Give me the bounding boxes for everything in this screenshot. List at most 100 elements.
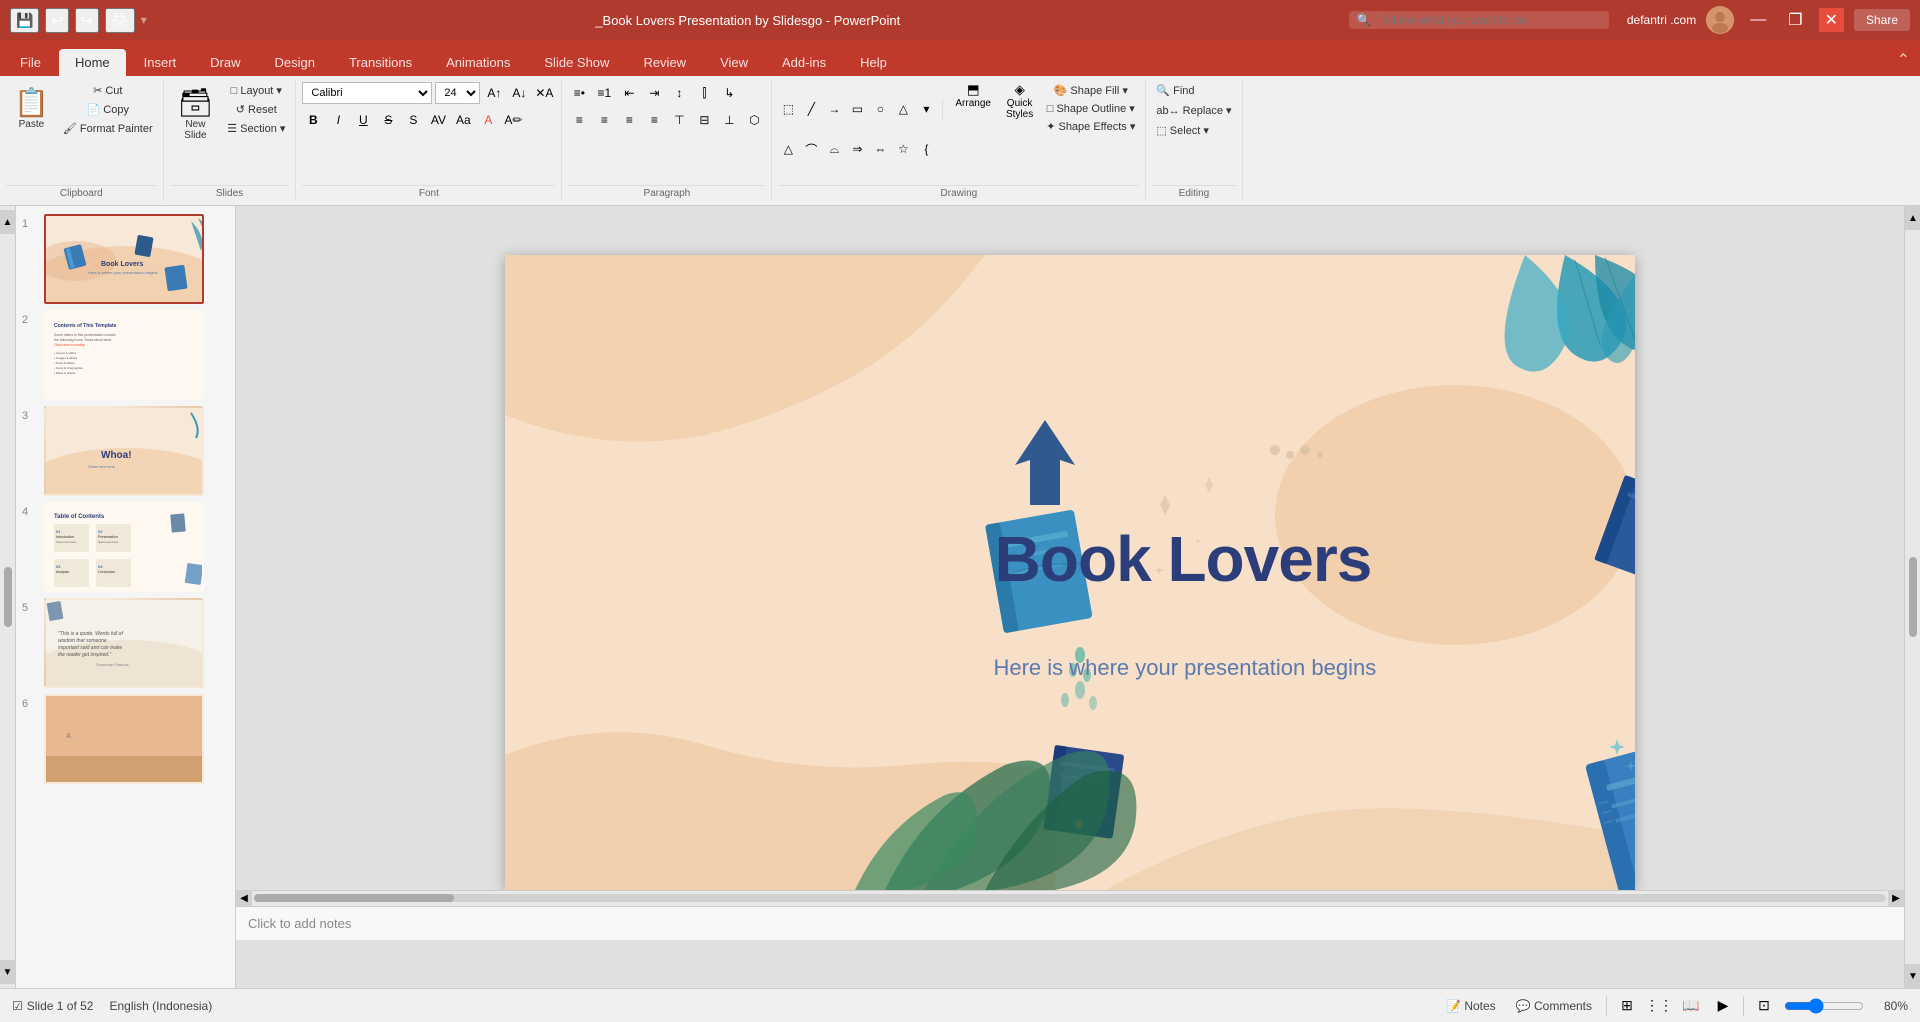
- align-bottom-button[interactable]: ⊥: [718, 109, 740, 131]
- tab-transitions[interactable]: Transitions: [333, 49, 428, 76]
- slide-main-subtitle[interactable]: Here is where your presentation begins: [993, 655, 1376, 681]
- justify-button[interactable]: ≡: [643, 109, 665, 131]
- section-button[interactable]: ☰ Section ▾: [223, 120, 289, 137]
- increase-font-button[interactable]: A↑: [483, 82, 505, 104]
- notes-area[interactable]: Click to add notes: [236, 906, 1904, 940]
- comments-button[interactable]: 💬 Comments: [1510, 997, 1598, 1015]
- tab-draw[interactable]: Draw: [194, 49, 256, 76]
- slide-item-2[interactable]: 2 Contents of This Template Some slides …: [22, 310, 229, 400]
- tab-review[interactable]: Review: [627, 49, 702, 76]
- increase-indent-button[interactable]: ⇥: [643, 82, 665, 104]
- scroll-track[interactable]: [254, 894, 1886, 902]
- select-button[interactable]: ⬚ Select ▾: [1152, 122, 1213, 139]
- decrease-font-button[interactable]: A↓: [508, 82, 530, 104]
- underline-button[interactable]: U: [352, 109, 374, 131]
- reading-view-button[interactable]: 📖: [1679, 994, 1703, 1018]
- freeform-btn[interactable]: △: [778, 139, 798, 159]
- bold-button[interactable]: B: [302, 109, 324, 131]
- change-case-button[interactable]: Aa: [452, 109, 474, 131]
- avatar[interactable]: [1706, 6, 1734, 34]
- text-highlight-button[interactable]: A✏: [502, 109, 524, 131]
- slide-sorter-button[interactable]: ⋮⋮: [1647, 994, 1671, 1018]
- shadow-button[interactable]: S: [402, 109, 424, 131]
- fit-slide-button[interactable]: ⊡: [1752, 994, 1776, 1018]
- share-button[interactable]: Share: [1854, 9, 1910, 31]
- align-right-button[interactable]: ≡: [618, 109, 640, 131]
- dbl-arrow-btn[interactable]: ⇔: [870, 139, 890, 159]
- tab-file[interactable]: File: [4, 49, 57, 76]
- shape-fill-button[interactable]: 🎨 Shape Fill ▾: [1042, 82, 1139, 99]
- tab-insert[interactable]: Insert: [128, 49, 193, 76]
- triangle-btn[interactable]: △: [893, 99, 913, 119]
- slide-thumb-6[interactable]: A: [44, 694, 204, 784]
- tab-help[interactable]: Help: [844, 49, 903, 76]
- right-scroll-down[interactable]: ▼: [1905, 964, 1920, 988]
- undo-button[interactable]: ↩: [45, 8, 69, 33]
- tab-animations[interactable]: Animations: [430, 49, 526, 76]
- font-name-select[interactable]: Calibri Arial Times New Roman: [302, 82, 432, 104]
- paste-button[interactable]: 📋 Paste: [6, 82, 57, 183]
- arc-btn[interactable]: ⌓: [824, 139, 844, 159]
- align-middle-button[interactable]: ⊟: [693, 109, 715, 131]
- save-button[interactable]: 💾: [10, 8, 39, 33]
- font-color-button[interactable]: A: [477, 109, 499, 131]
- right-scroll-up[interactable]: ▲: [1905, 206, 1920, 230]
- minimize-button[interactable]: —: [1744, 9, 1772, 31]
- ribbon-collapse-button[interactable]: ⌃: [1891, 48, 1916, 72]
- select-shape-btn[interactable]: ⬚: [778, 99, 798, 119]
- layout-button[interactable]: □ Layout ▾: [223, 82, 289, 99]
- tab-home[interactable]: Home: [59, 49, 126, 76]
- slide-thumb-2[interactable]: Contents of This Template Some slides in…: [44, 310, 204, 400]
- slide-item-3[interactable]: 3 Whoa! Some text here: [22, 406, 229, 496]
- arrow2-btn[interactable]: ⇒: [847, 139, 867, 159]
- number-list-button[interactable]: ≡1: [593, 82, 615, 104]
- slide-item-5[interactable]: 5 "This is a quote. Words full of wisdom…: [22, 598, 229, 688]
- star-btn[interactable]: ☆: [893, 139, 913, 159]
- slideshow-button[interactable]: ▶: [1711, 994, 1735, 1018]
- char-spacing-button[interactable]: AV: [427, 109, 449, 131]
- copy-button[interactable]: 📄 Copy: [59, 101, 157, 118]
- slide-thumb-4[interactable]: Table of Contents 01 Introduction Some t…: [44, 502, 204, 592]
- tab-view[interactable]: View: [704, 49, 764, 76]
- search-input[interactable]: [1378, 13, 1601, 27]
- close-button[interactable]: ✕: [1819, 8, 1844, 32]
- slide-item-1[interactable]: 1 Book Lovers Here is where your present…: [22, 214, 229, 304]
- maximize-button[interactable]: ❐: [1782, 8, 1808, 32]
- scroll-up-button[interactable]: ▲: [0, 210, 16, 234]
- arrow-btn[interactable]: →: [824, 99, 844, 119]
- normal-view-button[interactable]: ⊞: [1615, 994, 1639, 1018]
- font-size-select[interactable]: 24 12 14 18 28 36 48 72: [435, 82, 480, 104]
- tab-design[interactable]: Design: [259, 49, 331, 76]
- zoom-slider[interactable]: [1784, 998, 1864, 1014]
- slide-thumb-1[interactable]: Book Lovers Here is where your presentat…: [44, 214, 204, 304]
- scroll-left-button[interactable]: ◀: [236, 890, 252, 906]
- arrange-button[interactable]: ⬒ Arrange: [949, 82, 997, 135]
- search-bar[interactable]: 🔍: [1349, 11, 1609, 29]
- bullet-list-button[interactable]: ≡•: [568, 82, 590, 104]
- slide-thumb-5[interactable]: "This is a quote. Words full of wisdom t…: [44, 598, 204, 688]
- line-btn[interactable]: ╱: [801, 99, 821, 119]
- format-painter-button[interactable]: 🖌 Format Painter: [59, 120, 157, 137]
- scroll-down-button[interactable]: ▼: [0, 960, 16, 984]
- align-top-button[interactable]: ⊤: [668, 109, 690, 131]
- italic-button[interactable]: I: [327, 109, 349, 131]
- tab-addins[interactable]: Add-ins: [766, 49, 842, 76]
- align-center-button[interactable]: ≡: [593, 109, 615, 131]
- bracket-btn[interactable]: {: [916, 139, 936, 159]
- shape-outline-button[interactable]: □ Shape Outline ▾: [1042, 100, 1139, 117]
- slide-thumb-3[interactable]: Whoa! Some text here: [44, 406, 204, 496]
- shapes-more-btn[interactable]: ▾: [916, 99, 936, 119]
- slide-canvas[interactable]: + + Book Lovers Here is where your prese…: [505, 255, 1635, 890]
- find-button[interactable]: 🔍 Find: [1152, 82, 1198, 99]
- replace-button[interactable]: ab↔ Replace ▾: [1152, 102, 1235, 119]
- quick-styles-button[interactable]: ◈ QuickStyles: [1000, 82, 1039, 135]
- columns-button[interactable]: ⫿: [693, 82, 715, 104]
- notes-button[interactable]: 📝 Notes: [1440, 997, 1502, 1015]
- text-direction-button[interactable]: ↳: [718, 82, 740, 104]
- decrease-indent-button[interactable]: ⇤: [618, 82, 640, 104]
- circle-btn[interactable]: ○: [870, 99, 890, 119]
- smart-art-button[interactable]: ⬡: [743, 109, 765, 131]
- tab-slideshow[interactable]: Slide Show: [528, 49, 625, 76]
- shape-effects-button[interactable]: ✦ Shape Effects ▾: [1042, 118, 1139, 135]
- slide-item-6[interactable]: 6 A: [22, 694, 229, 784]
